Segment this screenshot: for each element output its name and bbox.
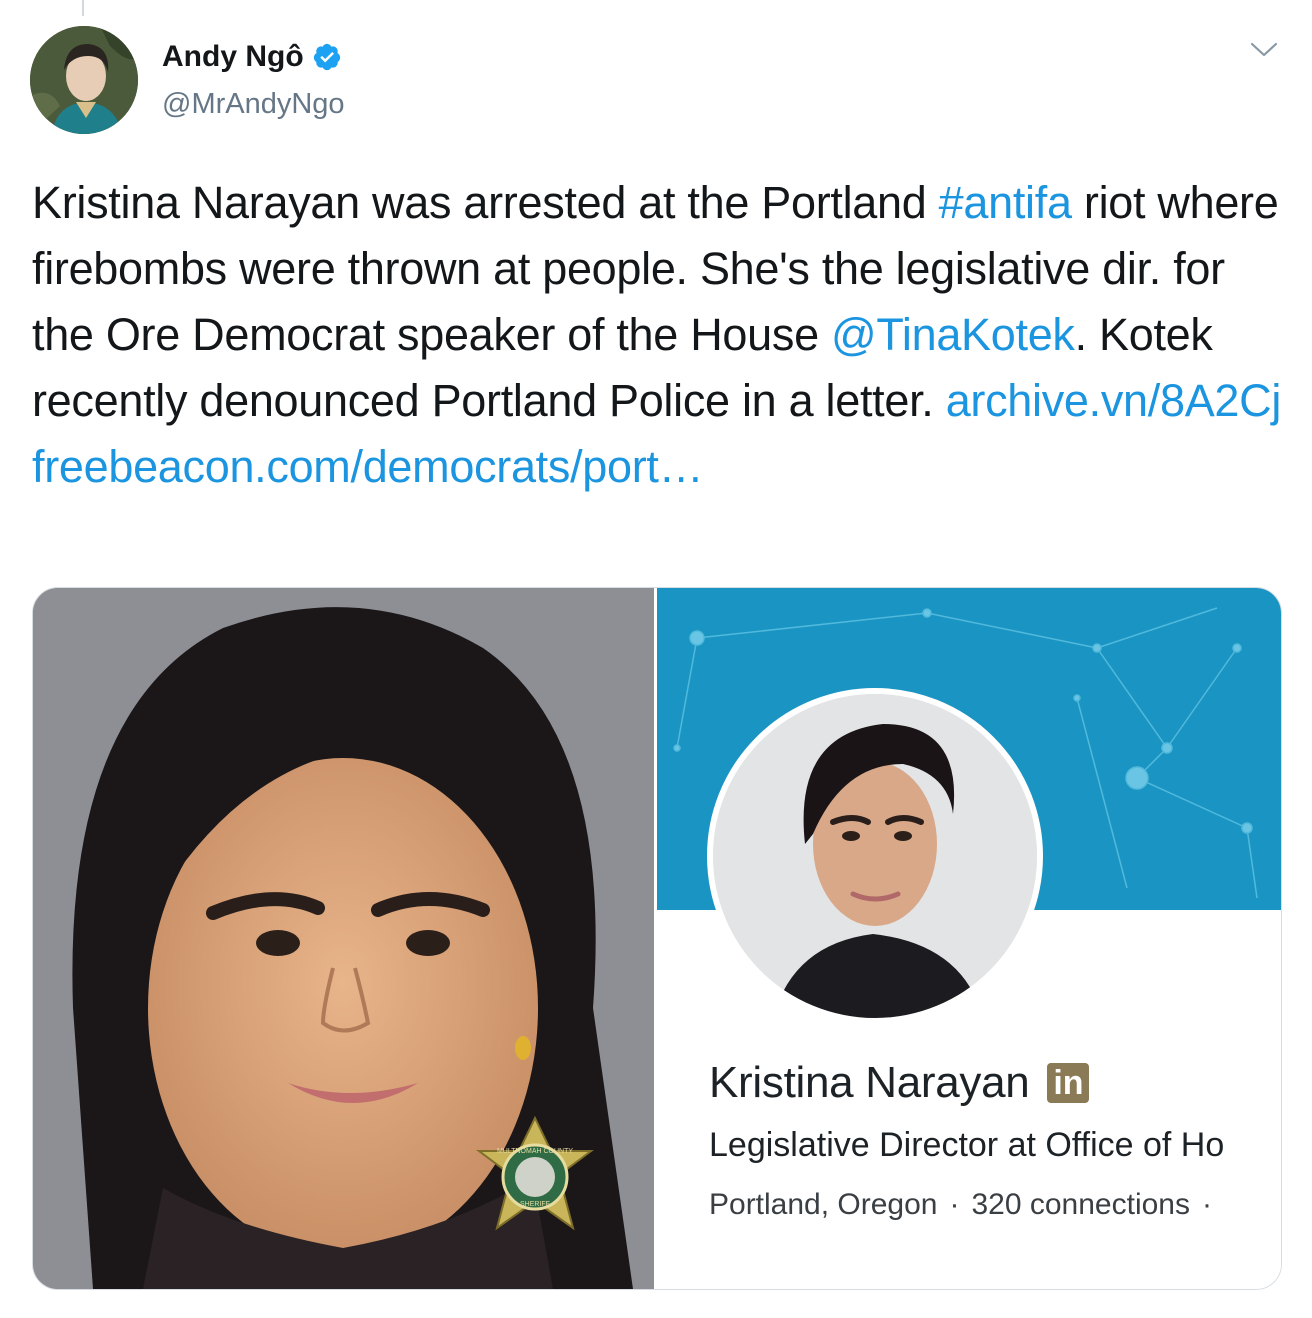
author-display-name[interactable]: Andy Ngô [162, 40, 304, 74]
archive-link[interactable]: archive.vn/8A2Cj [946, 375, 1282, 426]
avatar[interactable] [30, 26, 138, 134]
linkedin-logo-icon: in [1047, 1063, 1090, 1103]
separator-dot: · [1201, 1188, 1212, 1221]
mention-link[interactable]: @TinaKotek [831, 309, 1075, 360]
thread-line [82, 0, 84, 16]
separator-dot: · [949, 1188, 960, 1221]
linkedin-headline: Legislative Director at Office of Ho [709, 1126, 1225, 1164]
tweet-text: Kristina Narayan was arrested at the Por… [32, 170, 1282, 500]
seal-text-top: MULTNOMAH COUNTY [497, 1148, 573, 1155]
linkedin-connections: 320 connections [971, 1188, 1190, 1221]
verified-badge-icon [313, 43, 340, 71]
author-name-row[interactable]: Andy Ngô [162, 40, 342, 74]
linkedin-name: Kristina Narayan [709, 1058, 1030, 1107]
hashtag-link[interactable]: #antifa [939, 177, 1072, 228]
linkedin-screenshot[interactable]: Kristina Narayan in Legislative Director… [657, 588, 1281, 1289]
freebeacon-link[interactable]: freebeacon.com/democrats/port… [32, 441, 704, 492]
linkedin-meta: Portland, Oregon · 320 connections · [709, 1188, 1224, 1222]
mugshot-photo[interactable]: MULTNOMAH COUNTY SHERIFF [33, 588, 654, 1289]
linkedin-location: Portland, Oregon [709, 1188, 938, 1221]
author-handle[interactable]: @MrAndyNgo [162, 88, 345, 121]
linkedin-name-row: Kristina Narayan in [709, 1058, 1090, 1108]
linkedin-profile-photo [707, 688, 1043, 1024]
sheriff-star-icon: MULTNOMAH COUNTY SHERIFF [476, 1115, 594, 1231]
chevron-down-icon[interactable] [1249, 38, 1279, 62]
media-grid: MULTNOMAH COUNTY SHERIFF Kristina Naraya… [32, 587, 1282, 1290]
seal-text-bottom: SHERIFF [520, 1201, 550, 1208]
tweet-text-part: Kristina Narayan was arrested at the Por… [32, 177, 939, 228]
